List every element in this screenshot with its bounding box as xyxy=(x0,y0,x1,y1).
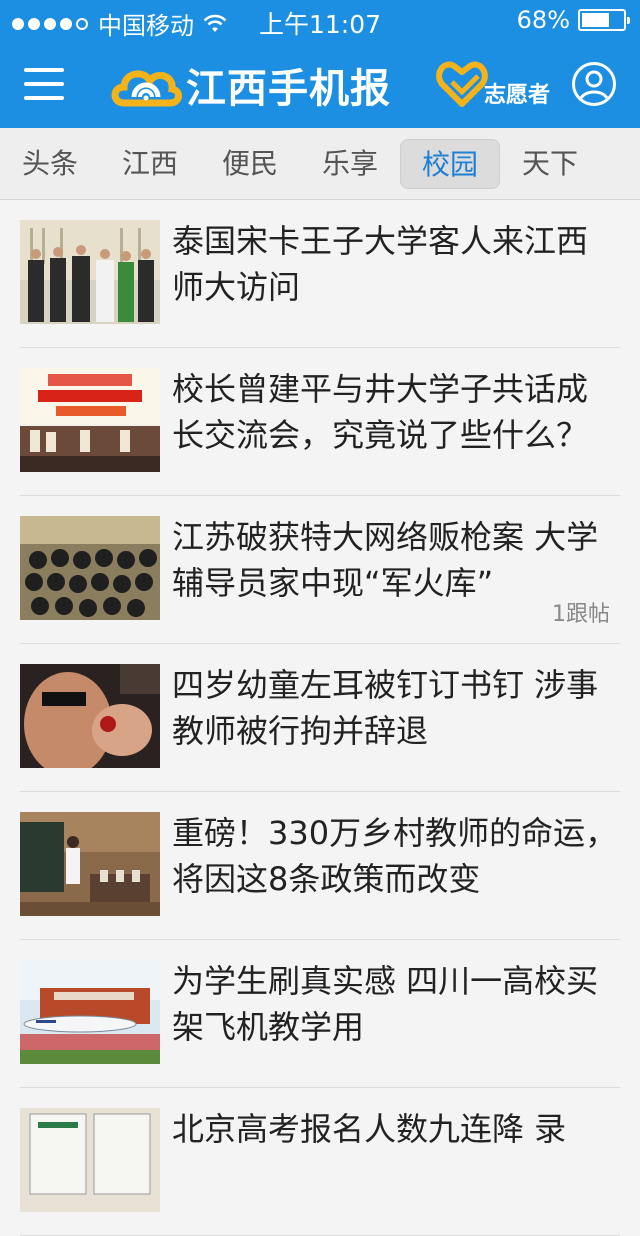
tab-enjoy[interactable]: 乐享 xyxy=(300,139,400,189)
battery-icon xyxy=(578,9,630,31)
news-thumbnail xyxy=(20,368,160,472)
nav-bar: 江西手机报 志愿者 xyxy=(0,40,640,128)
logo-text: 江西手机报 xyxy=(186,66,391,112)
news-item[interactable]: 校长曾建平与井大学子共话成长交流会，究竟说了些什么？ xyxy=(20,348,620,496)
app-header: 中国移动 上午11:07 68% 江西手机报 志愿者 xyxy=(0,0,640,128)
news-item[interactable]: 北京高考报名人数九连降 录 xyxy=(20,1088,620,1236)
tab-convenience[interactable]: 便民 xyxy=(200,139,300,189)
reply-count: 1跟帖 xyxy=(552,602,610,627)
news-thumbnail xyxy=(20,664,160,768)
news-title: 江苏破获特大网络贩枪案 大学辅导员家中现“军火库” xyxy=(172,518,599,602)
heart-hand-icon xyxy=(436,61,488,107)
tab-world[interactable]: 天下 xyxy=(500,139,600,189)
news-thumbnail xyxy=(20,812,160,916)
status-bar: 中国移动 上午11:07 68% xyxy=(0,0,640,40)
status-right: 68% xyxy=(516,6,630,34)
news-item[interactable]: 四岁幼童左耳被钉订书钉 涉事教师被行拘并辞退 xyxy=(20,644,620,792)
cloud-logo-icon xyxy=(111,70,182,107)
news-thumbnail xyxy=(20,960,160,1064)
news-thumbnail xyxy=(20,516,160,620)
battery-percent: 68% xyxy=(516,6,570,34)
news-item[interactable]: 为学生刷真实感 四川一高校买架飞机教学用 xyxy=(20,940,620,1088)
tab-campus[interactable]: 校园 xyxy=(400,138,500,189)
news-title: 北京高考报名人数九连降 录 xyxy=(172,1110,567,1148)
volunteer-label: 志愿者 xyxy=(484,83,551,108)
news-list: 泰国宋卡王子大学客人来江西师大访问 校长曾建平与井大学子共话成长交流会，究竟说了… xyxy=(0,200,640,1236)
news-title: 泰国宋卡王子大学客人来江西师大访问 xyxy=(172,222,589,306)
menu-icon[interactable] xyxy=(24,68,64,100)
news-item[interactable]: 重磅！330万乡村教师的命运，将因这8条政策而改变 xyxy=(20,792,620,940)
news-title: 重磅！330万乡村教师的命运，将因这8条政策而改变 xyxy=(172,814,618,898)
news-item[interactable]: 江苏破获特大网络贩枪案 大学辅导员家中现“军火库” 1跟帖 xyxy=(20,496,620,644)
news-title: 四岁幼童左耳被钉订书钉 涉事教师被行拘并辞退 xyxy=(172,666,599,750)
news-thumbnail xyxy=(20,220,160,324)
tab-headlines[interactable]: 头条 xyxy=(0,139,100,189)
tab-jiangxi[interactable]: 江西 xyxy=(100,139,200,189)
app-logo: 江西手机报 xyxy=(110,54,391,116)
news-title: 为学生刷真实感 四川一高校买架飞机教学用 xyxy=(172,962,599,1046)
news-item[interactable]: 泰国宋卡王子大学客人来江西师大访问 xyxy=(20,200,620,348)
news-thumbnail xyxy=(20,1108,160,1212)
volunteer-button[interactable]: 志愿者 xyxy=(436,58,550,110)
user-profile-icon[interactable] xyxy=(572,62,616,106)
news-title: 校长曾建平与井大学子共话成长交流会，究竟说了些什么？ xyxy=(172,370,589,454)
category-tabs: 头条 江西 便民 乐享 校园 天下 xyxy=(0,128,640,200)
